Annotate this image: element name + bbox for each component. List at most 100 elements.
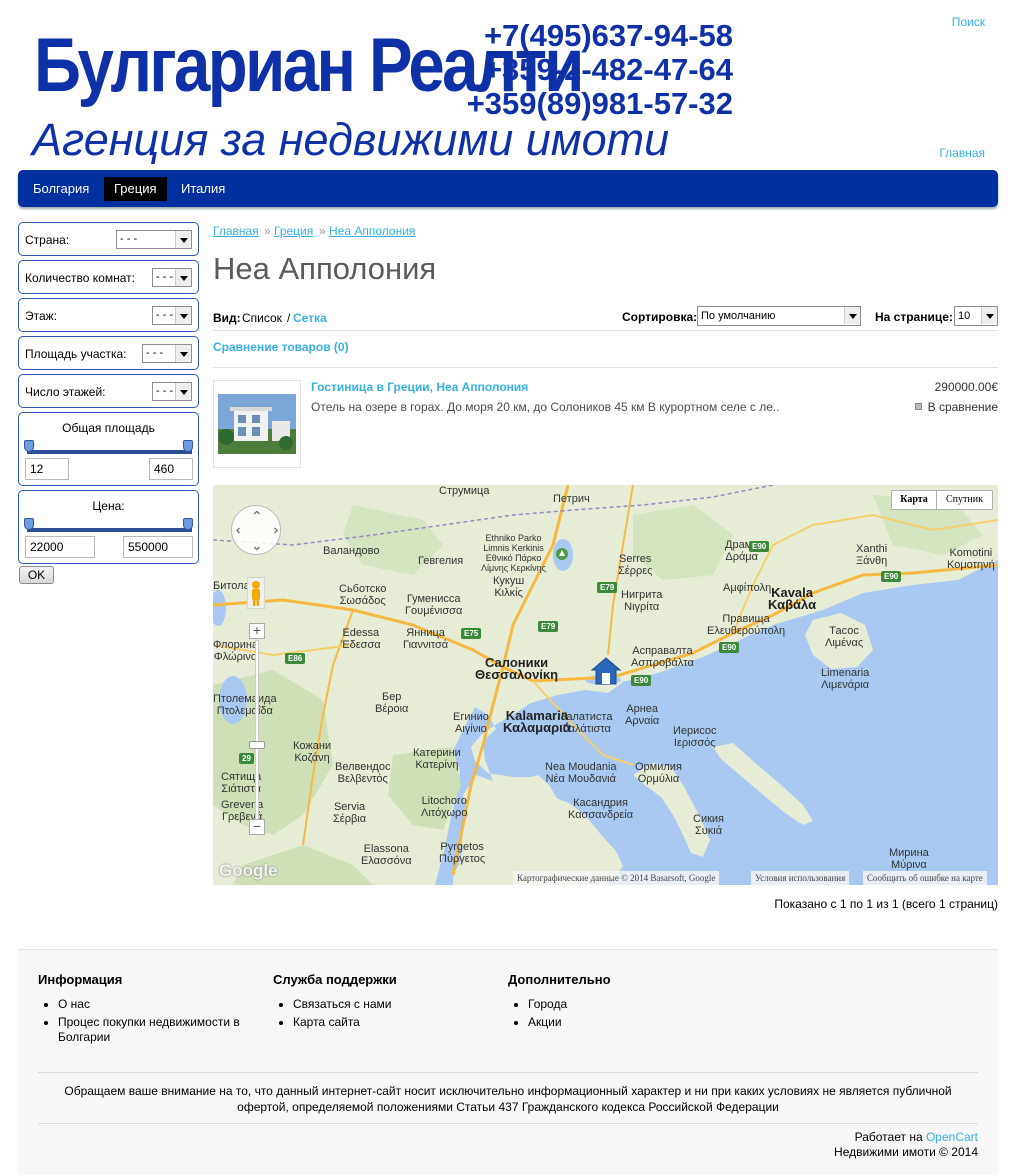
pan-left-icon[interactable]: ⌃ xyxy=(233,525,250,537)
floors-count-select[interactable]: - - - xyxy=(152,382,192,401)
filter-country: Страна: - - - xyxy=(18,222,199,256)
zoom-slider-handle[interactable] xyxy=(249,741,265,749)
footer-link[interactable]: Акции xyxy=(528,1015,728,1030)
price-max-handle[interactable] xyxy=(183,518,193,530)
map-label: Арнеа Αρναία xyxy=(625,703,660,727)
country-select[interactable]: - - - xyxy=(116,230,192,249)
view-label: Вид: xyxy=(213,311,241,325)
opencart-link[interactable]: OpenCart xyxy=(926,1130,978,1144)
home-link[interactable]: Главная xyxy=(939,146,985,160)
map-label: Бер Βέροια xyxy=(375,691,409,715)
per-page-select[interactable]: 10 xyxy=(954,306,998,326)
map-label: Ормилия Ορμύλια xyxy=(635,761,682,785)
powered-by: Работает на OpenCart Недвижими имоти © 2… xyxy=(834,1130,978,1160)
map-report-error-link[interactable]: Сообщить об ошибке на карте xyxy=(863,871,987,885)
pan-right-icon[interactable]: ⌃ xyxy=(263,525,280,537)
filter-total-area: Общая площадь 12 460 xyxy=(18,412,199,486)
map-type-map-button[interactable]: Карта xyxy=(891,490,937,510)
street-view-pegman-icon[interactable] xyxy=(247,577,265,609)
product-name-link[interactable]: Гостиница в Греции, Неа Апполония xyxy=(311,380,528,394)
price-filter-title: Цена: xyxy=(92,499,125,513)
map-terms-link[interactable]: Условия использования xyxy=(751,871,850,885)
sort-select-value: По умолчанию xyxy=(701,310,776,322)
site-logo[interactable]: Булгариан Реалти +7(495)637-94-58 +359-2… xyxy=(30,16,735,166)
filter-floor: Этаж: - - - xyxy=(18,298,199,332)
map-label: Нигрита Νιγρίτα xyxy=(621,589,663,613)
plot-area-select[interactable]: - - - xyxy=(142,344,192,363)
price-max-input[interactable]: 550000 xyxy=(123,536,193,558)
powered-by-prefix: Работает на xyxy=(854,1130,923,1144)
view-grid-option[interactable]: Сетка xyxy=(293,311,327,325)
menu-item-bulgaria[interactable]: Болгария xyxy=(23,177,99,201)
total-area-slider-track[interactable] xyxy=(27,450,192,454)
map-label: Kavala Καβάλα xyxy=(768,585,817,612)
total-area-min-handle[interactable] xyxy=(24,440,34,452)
pan-down-icon[interactable]: ⌃ xyxy=(251,536,263,553)
sort-select[interactable]: По умолчанию xyxy=(697,306,861,326)
price-min-input[interactable]: 22000 xyxy=(25,536,95,558)
map-label: Komotini Κομοτηνή xyxy=(947,547,995,571)
per-page-label: На странице: xyxy=(875,310,953,324)
footer-column-extras: Дополнительно Города Акции xyxy=(508,972,728,1033)
breadcrumb-home[interactable]: Главная xyxy=(213,224,259,238)
google-logo[interactable]: Google xyxy=(219,861,278,881)
filter-country-label: Страна: xyxy=(25,233,70,247)
footer-heading: Служба поддержки xyxy=(273,972,397,987)
map-label: Сьботско Σωσάδος xyxy=(339,583,387,607)
map-pan-control[interactable]: ⌃ ⌃ ⌃ ⌃ xyxy=(231,505,281,555)
road-badge: 29 xyxy=(239,753,254,764)
floor-select-value: - - - xyxy=(156,309,174,321)
menu-item-greece[interactable]: Греция xyxy=(104,177,167,201)
map-label: Салоники Θεσσαλονίκη xyxy=(475,655,559,682)
product-description: Отель на озере в горах. До моря 20 км, д… xyxy=(311,400,780,414)
property-map[interactable]: Струмица Петрич Ethniko Parko Limnis Ker… xyxy=(213,485,998,885)
zoom-in-button[interactable]: + xyxy=(249,623,265,639)
map-label: Иерисос Ιερισσός xyxy=(673,725,717,749)
logo-tagline: Агенция за недвижими имоти xyxy=(32,114,670,165)
house-marker-icon[interactable] xyxy=(589,655,623,687)
total-area-max-input[interactable]: 460 xyxy=(149,458,193,480)
view-list-option[interactable]: Список xyxy=(242,311,282,325)
map-label: Edessa Έδεσσα xyxy=(341,627,381,651)
rooms-select[interactable]: - - - xyxy=(152,268,192,287)
price-min-handle[interactable] xyxy=(24,518,34,530)
footer-link[interactable]: Города xyxy=(528,997,728,1012)
footer-column-information: Информация О нас Процес покупки недвижим… xyxy=(38,972,258,1048)
total-area-max-handle[interactable] xyxy=(183,440,193,452)
floor-select[interactable]: - - - xyxy=(152,306,192,325)
logo-phone-2: +359-2-482-47-64 xyxy=(483,52,733,87)
total-area-min-input[interactable]: 12 xyxy=(25,458,69,480)
zoom-slider-track[interactable] xyxy=(255,640,259,820)
price-slider-track[interactable] xyxy=(27,528,192,532)
map-label: Касандрия Κασσανδρεία xyxy=(568,797,634,821)
product-image[interactable] xyxy=(213,380,301,468)
road-badge: E86 xyxy=(285,653,306,664)
pan-up-icon[interactable]: ⌃ xyxy=(251,508,263,525)
footer-link[interactable]: Связаться с нами xyxy=(293,997,493,1012)
product-view-bar: Вид: Список / Сетка Сортировка: По умолч… xyxy=(213,304,998,331)
road-badge: E90 xyxy=(881,571,902,582)
map-type-satellite-button[interactable]: Спутник xyxy=(936,490,993,510)
main-menu: Болгария Греция Италия xyxy=(18,170,998,207)
footer-link[interactable]: Процес покупки недвижимости в Болгарии xyxy=(58,1015,258,1045)
breadcrumb-current[interactable]: Неа Апполония xyxy=(329,224,415,238)
footer-link[interactable]: О нас xyxy=(58,997,258,1012)
breadcrumb-greece[interactable]: Греция xyxy=(274,224,313,238)
total-area-title: Общая площадь xyxy=(62,421,155,435)
footer-link[interactable]: Карта сайта xyxy=(293,1015,493,1030)
filter-rooms: Количество комнат: - - - xyxy=(18,260,199,294)
menu-item-italy[interactable]: Италия xyxy=(171,177,235,201)
map-label: Мирина Μύρινα xyxy=(889,847,929,871)
per-page-select-value: 10 xyxy=(958,310,971,322)
chevron-down-icon xyxy=(175,345,191,362)
chevron-down-icon xyxy=(175,269,191,286)
filter-floor-label: Этаж: xyxy=(25,309,58,323)
filter-ok-button[interactable]: OK xyxy=(19,566,54,584)
road-badge: E79 xyxy=(538,621,559,632)
add-to-compare-button[interactable]: В сравнение xyxy=(914,400,998,414)
zoom-out-button[interactable]: − xyxy=(249,819,265,835)
search-link[interactable]: Поиск xyxy=(952,15,985,29)
compare-products-link[interactable]: Сравнение товаров (0) xyxy=(213,340,349,354)
footer-heading: Дополнительно xyxy=(508,972,611,987)
map-label: Кожани Κοζάνη xyxy=(293,740,332,764)
